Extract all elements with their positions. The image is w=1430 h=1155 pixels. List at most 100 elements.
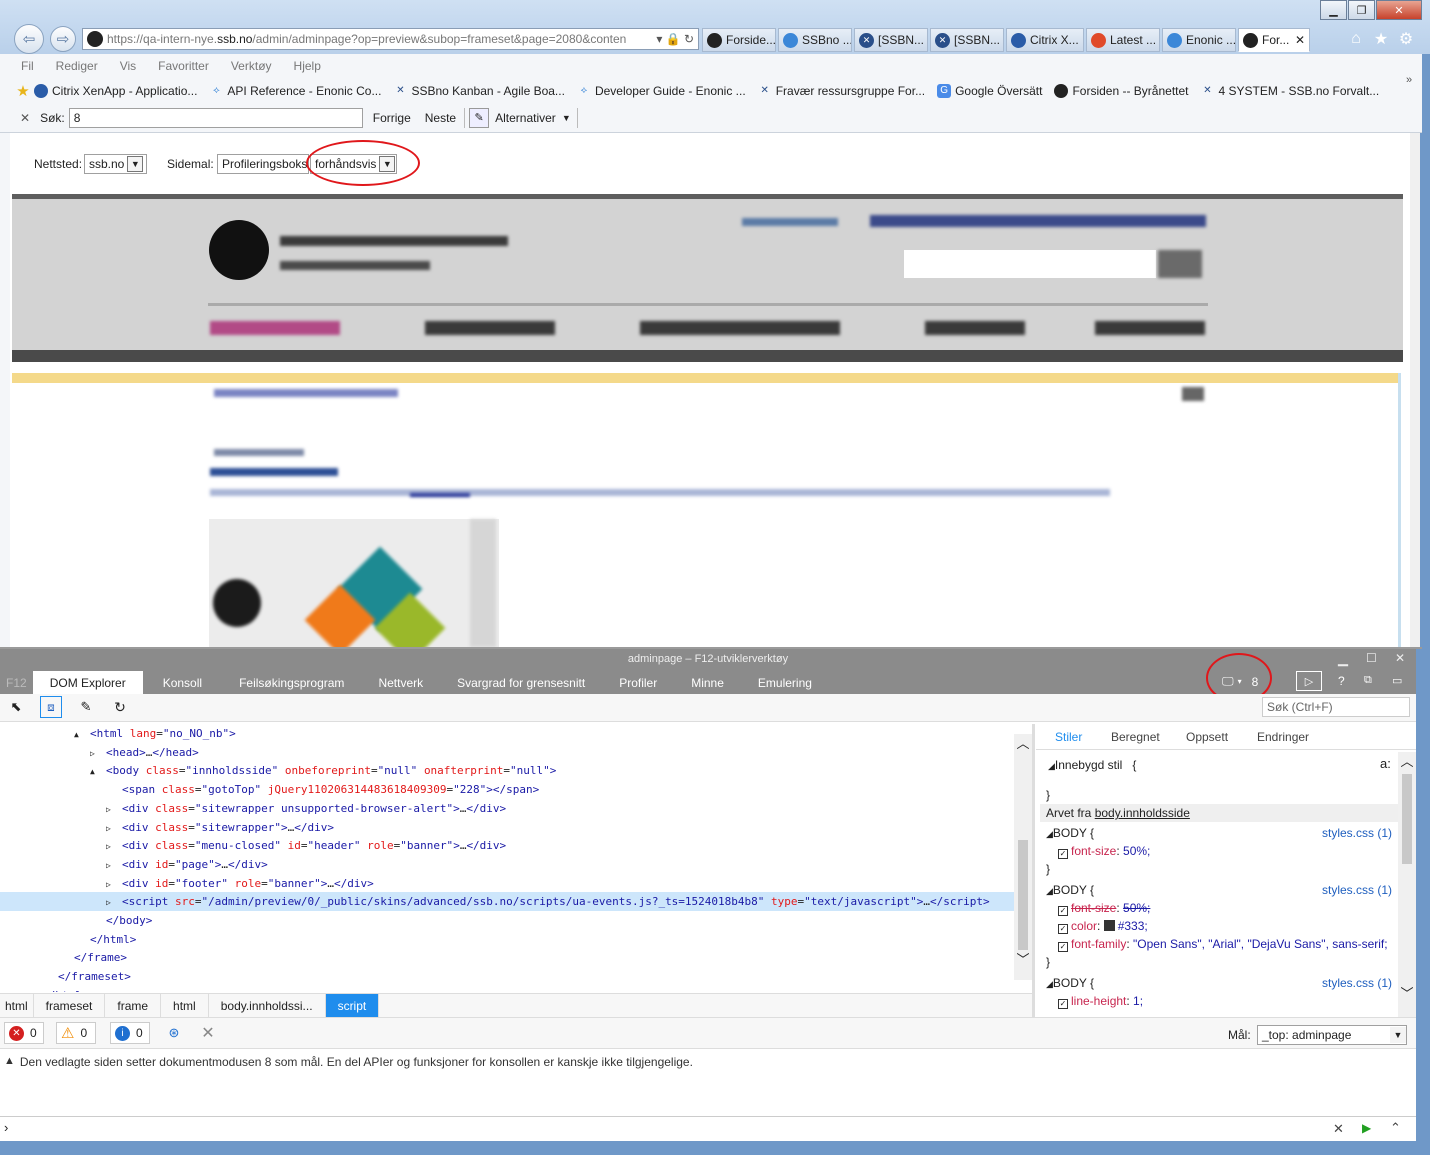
highlight-pencil-icon[interactable]: ✎ bbox=[469, 107, 490, 128]
style-rule-selector[interactable]: ◢BODY {styles.css (1) bbox=[1046, 824, 1396, 843]
inherited-link[interactable]: body.innholdsside bbox=[1095, 806, 1190, 820]
tab-1[interactable]: Forside... bbox=[702, 28, 776, 52]
target-select[interactable]: _top: adminpage ▼ bbox=[1257, 1025, 1407, 1045]
menu-view[interactable]: Vis bbox=[120, 59, 136, 73]
dom-node[interactable]: ▲ <body class="innholdsside" onbeforeprin… bbox=[0, 761, 1014, 780]
dom-node[interactable]: </html> bbox=[0, 986, 1014, 992]
tab-emulation[interactable]: Emulering bbox=[741, 671, 829, 694]
dom-node[interactable]: </frame> bbox=[0, 948, 1014, 967]
tab-7[interactable]: Enonic ... bbox=[1162, 28, 1236, 52]
stylesheet-link[interactable]: styles.css (1) bbox=[1322, 974, 1392, 992]
crumb-frame[interactable]: frame bbox=[105, 993, 162, 1018]
pane-splitter[interactable] bbox=[1032, 724, 1035, 1017]
tab-computed[interactable]: Beregnet bbox=[1111, 730, 1160, 744]
property-checkbox[interactable]: ✓ bbox=[1058, 942, 1068, 952]
expand-arrow-icon[interactable]: ▷ bbox=[106, 893, 122, 912]
back-button[interactable]: ⇦ bbox=[14, 24, 44, 54]
find-options-button[interactable]: Alternativer bbox=[495, 111, 556, 125]
crumb-frameset[interactable]: frameset bbox=[34, 993, 106, 1018]
address-bar[interactable]: https://qa-intern-nye. ssb.no/admin/admin… bbox=[82, 28, 699, 50]
crumb-body[interactable]: body.innholdssi... bbox=[209, 993, 326, 1018]
style-rule-selector[interactable]: ◢BODY {styles.css (1) bbox=[1046, 881, 1396, 900]
favorites-star-icon[interactable]: ★ bbox=[1371, 29, 1391, 49]
dom-node[interactable]: ▷ <div id="footer" role="banner">…</div> bbox=[0, 874, 1014, 893]
crumb-script[interactable]: script bbox=[325, 993, 380, 1018]
minimize-button[interactable]: ▁ bbox=[1320, 0, 1347, 20]
menu-edit[interactable]: Rediger bbox=[56, 59, 98, 73]
tab-2[interactable]: SSBno ... bbox=[778, 28, 852, 52]
fav-item[interactable]: Forsiden -- Byrånettet bbox=[1054, 83, 1189, 98]
dom-node[interactable]: </frameset> bbox=[0, 967, 1014, 986]
tab-network[interactable]: Nettverk bbox=[361, 671, 440, 694]
info-filter[interactable]: i0 bbox=[110, 1022, 150, 1044]
dom-node[interactable]: ▷ <head>…</head> bbox=[0, 743, 1014, 762]
fav-item[interactable]: G Google Översätt bbox=[937, 83, 1042, 98]
dom-node[interactable]: ▷ <div class="sitewrapper">…</div> bbox=[0, 818, 1014, 837]
stylesheet-link[interactable]: styles.css (1) bbox=[1322, 881, 1392, 899]
chevron-more-icon[interactable]: » bbox=[1406, 74, 1412, 86]
style-property[interactable]: ✓ font-size: 50%; bbox=[1058, 899, 1388, 917]
tab-console[interactable]: Konsoll bbox=[143, 671, 222, 694]
dom-search-input[interactable]: Søk (Ctrl+F) bbox=[1262, 697, 1410, 717]
dom-node[interactable]: ▲ <html lang="no_NO_nb"> bbox=[0, 724, 1014, 743]
color-swatch[interactable] bbox=[1103, 920, 1115, 931]
expand-arrow-icon[interactable]: ▷ bbox=[106, 837, 122, 856]
crumb-html[interactable]: html bbox=[161, 993, 209, 1018]
tab-4[interactable]: ✕ [SSBN... bbox=[930, 28, 1004, 52]
tab-dom-explorer[interactable]: DOM Explorer bbox=[32, 671, 143, 694]
tab-styles[interactable]: Stiler bbox=[1055, 730, 1082, 744]
expand-input-icon[interactable]: ⌃ bbox=[1390, 1120, 1401, 1136]
close-icon[interactable]: ✕ bbox=[1395, 651, 1405, 665]
network-filter-icon[interactable]: ⊛ bbox=[164, 1023, 184, 1043]
fav-item[interactable]: ⟡ Developer Guide - Enonic ... bbox=[577, 84, 746, 98]
refresh-icon[interactable]: ↻ bbox=[110, 697, 130, 717]
menu-tools[interactable]: Verktøy bbox=[231, 59, 272, 73]
tab-3[interactable]: ✕ [SSBN... bbox=[854, 28, 928, 52]
minimize-icon[interactable]: ▁ bbox=[1338, 651, 1348, 667]
console-input[interactable]: › ✕ ▶ ⌃ bbox=[0, 1116, 1416, 1141]
dom-node[interactable]: ▷ <div id="page">…</div> bbox=[0, 855, 1014, 874]
clear-input-icon[interactable]: ✕ bbox=[1333, 1121, 1344, 1137]
expand-arrow-icon[interactable]: ▷ bbox=[106, 856, 122, 875]
chevron-down-icon[interactable]: ﹀ bbox=[1014, 950, 1032, 967]
expand-arrow-icon[interactable]: ▷ bbox=[106, 800, 122, 819]
forward-button[interactable]: ⇨ bbox=[50, 26, 76, 52]
tab-5[interactable]: Citrix X... bbox=[1006, 28, 1084, 52]
expand-arrow-icon[interactable]: ▲ bbox=[90, 762, 106, 781]
close-tab-icon[interactable]: ✕ bbox=[1295, 33, 1305, 47]
style-property[interactable]: ✓ color: #333; bbox=[1058, 917, 1388, 935]
chevron-up-icon[interactable]: ︿ bbox=[1398, 752, 1416, 769]
dom-node[interactable]: </html> bbox=[0, 930, 1014, 949]
select-element-icon[interactable]: ⬉ bbox=[6, 697, 26, 717]
maximize-button[interactable]: ❐ bbox=[1348, 0, 1375, 20]
dom-node[interactable]: ▷ <div class="menu-closed" id="header" ro… bbox=[0, 836, 1014, 855]
scroll-thumb[interactable] bbox=[1018, 840, 1028, 950]
fav-item[interactable]: Citrix XenApp - Applicatio... bbox=[34, 83, 197, 98]
dom-node[interactable]: </body> bbox=[0, 911, 1014, 930]
tab-layout[interactable]: Oppsett bbox=[1186, 730, 1228, 744]
eyedropper-icon[interactable]: ✎ bbox=[76, 697, 96, 717]
dock-icon[interactable]: ▭ bbox=[1392, 674, 1402, 687]
home-icon[interactable]: ⌂ bbox=[1346, 29, 1366, 49]
style-property[interactable]: ✓ font-size: 50%; bbox=[1058, 842, 1388, 860]
undock-icon[interactable]: ⧉ bbox=[1364, 674, 1372, 687]
dom-scrollbar[interactable]: ︿ ﹀ bbox=[1014, 734, 1032, 980]
tab-8-active[interactable]: For... ✕ bbox=[1238, 28, 1310, 52]
find-input[interactable]: 8 bbox=[68, 107, 363, 128]
find-prev-button[interactable]: Forrige bbox=[373, 111, 411, 125]
dom-node[interactable]: <span class="gotoTop" jQuery110206314483… bbox=[0, 780, 1014, 799]
crumb-html[interactable]: html bbox=[0, 993, 34, 1018]
chevron-up-icon[interactable]: ︿ bbox=[1014, 734, 1032, 751]
menu-favorites[interactable]: Favoritter bbox=[158, 59, 209, 73]
styles-scrollbar[interactable]: ︿ ﹀ bbox=[1398, 752, 1416, 1017]
close-button[interactable]: ✕ bbox=[1376, 0, 1422, 20]
fav-item[interactable]: ✕ SSBno Kanban - Agile Boa... bbox=[393, 84, 565, 98]
highlight-element-icon[interactable]: ⧈ bbox=[40, 696, 62, 718]
tab-profiler[interactable]: Profiler bbox=[602, 671, 674, 694]
menu-help[interactable]: Hjelp bbox=[294, 59, 321, 73]
tab-changes[interactable]: Endringer bbox=[1257, 730, 1309, 744]
property-checkbox[interactable]: ✓ bbox=[1058, 924, 1068, 934]
close-find-icon[interactable]: ✕ bbox=[20, 111, 30, 125]
template-select[interactable]: Profileringsboks bbox=[217, 154, 309, 174]
warnings-filter[interactable]: ⚠ 0 bbox=[56, 1022, 96, 1044]
